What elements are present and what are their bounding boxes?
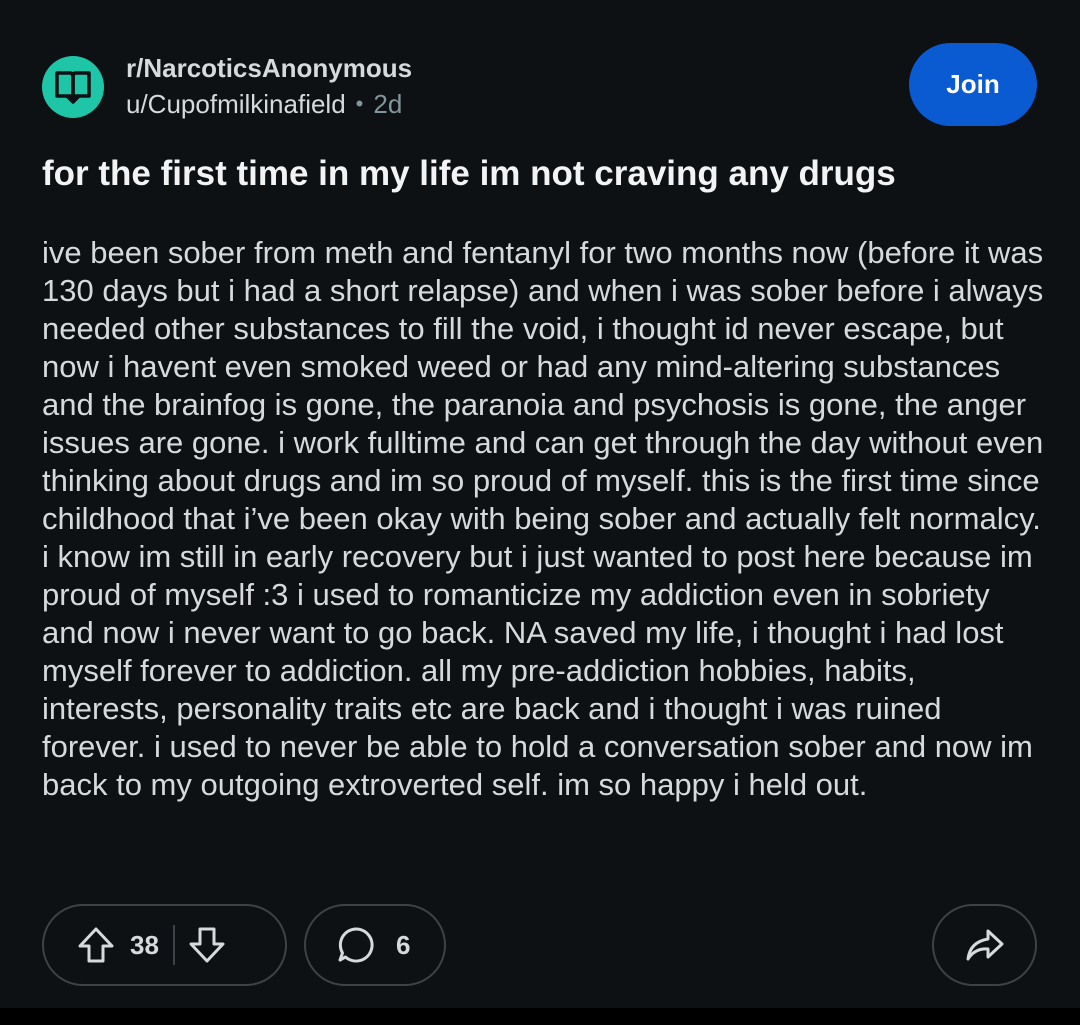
post-meta: r/NarcoticsAnonymous u/Cupofmilkinafield… (126, 51, 412, 123)
join-button[interactable]: Join (909, 43, 1037, 126)
author-username[interactable]: u/Cupofmilkinafield (126, 85, 346, 123)
post-age: 2d (373, 89, 403, 119)
subreddit-name[interactable]: r/NarcoticsAnonymous (126, 51, 412, 85)
comment-count: 6 (396, 929, 411, 960)
subreddit-avatar[interactable] (42, 56, 104, 118)
open-book-icon (53, 69, 93, 105)
comment-button[interactable]: 6 (304, 904, 446, 986)
share-button[interactable] (932, 904, 1037, 986)
post-header: r/NarcoticsAnonymous u/Cupofmilkinafield… (42, 52, 412, 122)
arrow-down-icon[interactable] (187, 925, 227, 965)
share-arrow-icon (964, 925, 1006, 965)
meta-separator: • (355, 91, 364, 116)
bottom-edge (0, 1008, 1080, 1025)
post-title: for the first time in my life im not cra… (42, 154, 896, 193)
arrow-up-icon[interactable] (76, 925, 116, 965)
vote-count: 38 (130, 929, 159, 960)
post-body: ive been sober from meth and fentanyl fo… (42, 235, 1044, 802)
vote-control: 38 (42, 904, 287, 986)
author-line: u/Cupofmilkinafield • 2d (126, 85, 412, 123)
vote-divider (172, 925, 175, 965)
post-card: r/NarcoticsAnonymous u/Cupofmilkinafield… (0, 0, 1080, 1008)
comment-bubble-icon (336, 925, 376, 965)
